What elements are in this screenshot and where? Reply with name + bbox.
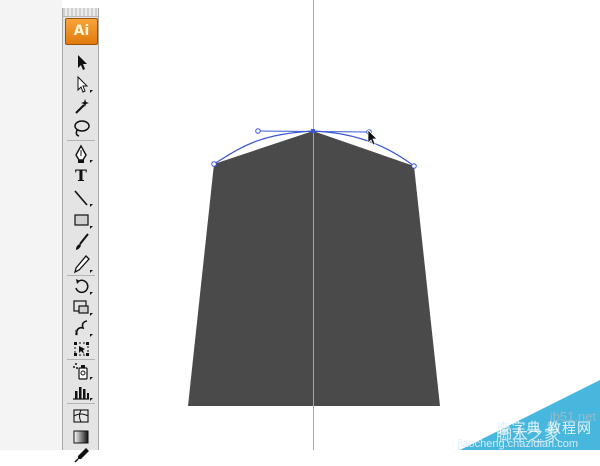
anchor-point-top[interactable] [311,129,315,133]
anchor-point-left[interactable] [211,161,217,167]
site-watermark: jb51.net 查字典 教程网 脚本之家 jiaocheng.chazidia… [457,380,600,450]
anchor-point-right[interactable] [411,163,417,169]
watermark-url: jiaocheng.chazidian.com [457,438,578,450]
mouse-cursor-icon [367,129,378,146]
direction-handle-left[interactable] [255,128,261,134]
